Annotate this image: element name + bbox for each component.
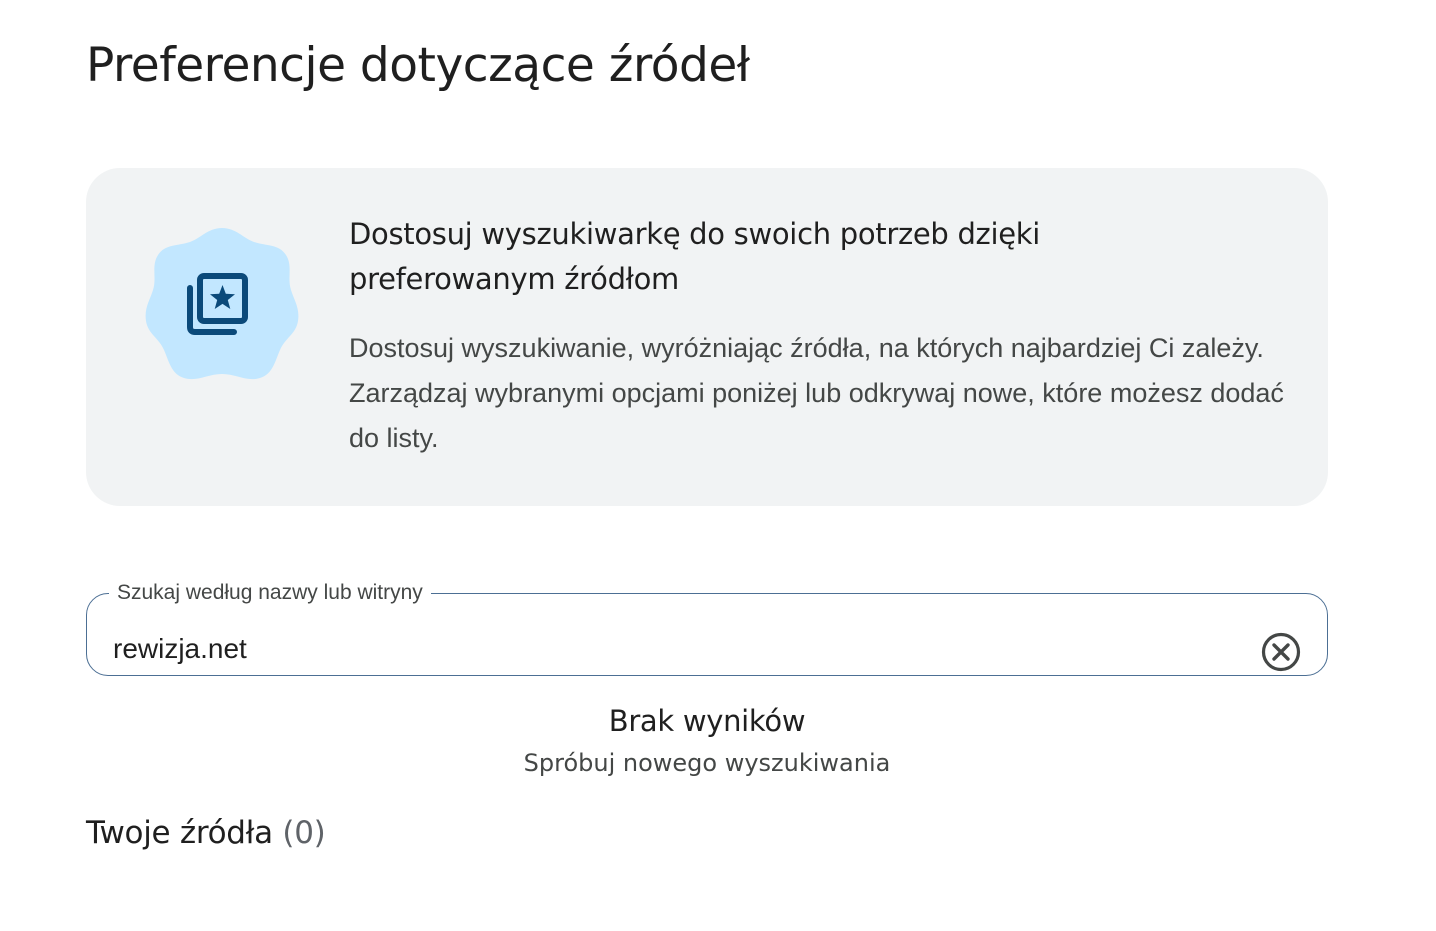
- your-sources-label: Twoje źródła: [86, 815, 273, 851]
- card-heading: Dostosuj wyszukiwarkę do swoich potrzeb …: [349, 217, 1041, 296]
- sources-count: (0): [282, 815, 326, 851]
- info-card: Dostosuj wyszukiwarkę do swoich potrzeb …: [86, 168, 1328, 506]
- page-title: Preferencje dotyczące źródeł: [86, 38, 750, 93]
- starred-collection-icon: [144, 226, 300, 382]
- search-input[interactable]: [113, 630, 1213, 668]
- no-results-subtitle: Spróbuj nowego wyszukiwania: [523, 749, 891, 777]
- search-field: Szukaj według nazwy lub witryny: [86, 580, 1328, 676]
- no-results-title: Brak wyników: [608, 704, 806, 738]
- card-description: Dostosuj wyszukiwanie, wyróżniając źródł…: [349, 333, 1284, 453]
- search-label: Szukaj według nazwy lub witryny: [117, 581, 423, 604]
- close-circle-icon: [1257, 628, 1305, 676]
- your-sources-heading: Twoje źródła (0): [86, 810, 326, 856]
- clear-search-button[interactable]: [1257, 628, 1305, 676]
